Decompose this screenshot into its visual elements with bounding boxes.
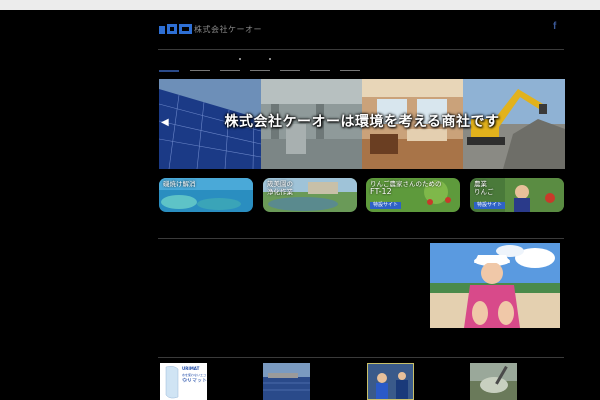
nav-item-2[interactable] <box>190 60 210 71</box>
nav-item-7[interactable] <box>340 60 360 71</box>
special-site-badge: 特設サイト <box>474 202 506 209</box>
section-divider <box>158 238 564 239</box>
company-logo[interactable] <box>159 21 192 35</box>
nav-item-5[interactable] <box>280 60 300 71</box>
banner-isoyake[interactable]: 磯焼け解消 <box>159 178 253 212</box>
product-urimat[interactable]: URIMAT 水を使わないエコトイレ ウリマット <box>160 363 207 400</box>
banner-pond-cleaning[interactable]: 筬美園の 浄化作業 <box>263 178 357 212</box>
banner-agriculture[interactable]: 農業 りんご 特設サイト <box>470 178 564 212</box>
product-water-treatment[interactable] <box>470 363 517 400</box>
girl-beach-photo <box>430 243 560 328</box>
banner-label: りんご農家さんのための FT-12 <box>370 180 442 196</box>
special-site-badge: 特設サイト <box>370 202 402 209</box>
header-divider <box>158 49 564 50</box>
workshop-image <box>368 364 413 399</box>
nav-separator <box>239 58 241 60</box>
browser-top-strip <box>0 0 600 10</box>
product-workshop[interactable] <box>367 363 414 400</box>
nav-item-3[interactable] <box>220 60 240 71</box>
hero-title: 株式会社ケーオーは環境を考える商社です <box>224 114 500 130</box>
banner-label: 筬美園の 浄化作業 <box>267 180 293 196</box>
slider-prev-icon[interactable]: ◀ <box>161 117 169 128</box>
banner-label: 農業 りんご <box>474 180 494 196</box>
urimat-name: ウリマット <box>182 378 207 384</box>
facebook-icon[interactable]: f <box>553 21 556 32</box>
solar-roof-image <box>263 363 310 400</box>
section-divider-2 <box>158 357 564 358</box>
nav-item-4[interactable] <box>250 60 270 71</box>
banner-apple-ft12[interactable]: りんご農家さんのための FT-12 特設サイト <box>366 178 460 212</box>
banner-label: 磯焼け解消 <box>163 180 196 188</box>
urimat-brand: URIMAT <box>182 366 200 371</box>
hero-slider[interactable]: 株式会社ケーオーは環境を考える商社です ◀ <box>159 79 565 169</box>
product-solar-roof[interactable] <box>263 363 310 400</box>
nav-separator <box>269 58 271 60</box>
company-name: 株式会社ケーオー <box>194 25 262 34</box>
nav-item-6[interactable] <box>310 60 330 71</box>
nav-item-1[interactable] <box>159 60 179 72</box>
water-image <box>470 363 517 400</box>
